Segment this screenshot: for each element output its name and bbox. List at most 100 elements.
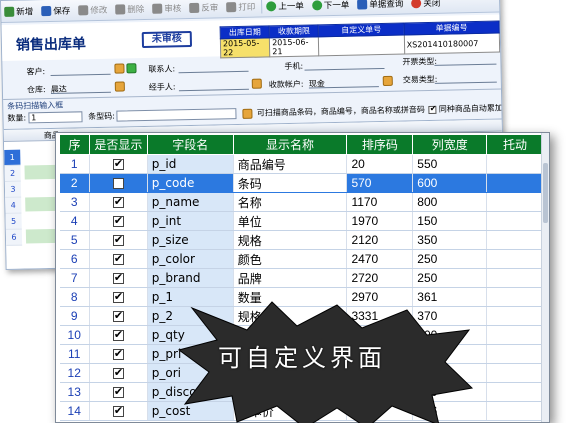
sort-code-cell[interactable]: 2720 xyxy=(346,268,414,288)
visible-checkbox[interactable] xyxy=(112,347,124,360)
drag-handle-cell[interactable] xyxy=(486,401,544,421)
drag-handle-cell[interactable] xyxy=(486,249,544,269)
display-name-cell[interactable]: 规格 xyxy=(233,230,348,250)
grid-row-number[interactable]: 2 xyxy=(4,165,21,182)
column-width-cell[interactable]: 250 xyxy=(412,268,488,288)
visible-checkbox[interactable] xyxy=(112,233,124,246)
warehouse-lookup-icon[interactable] xyxy=(114,81,125,92)
grid-row-number[interactable]: 5 xyxy=(5,213,22,230)
grid-cell[interactable] xyxy=(24,164,57,180)
table-row[interactable]: 3 p_name名称1170800 xyxy=(59,192,544,212)
toolbar-button-next[interactable]: 下一单 xyxy=(311,0,349,11)
table-row[interactable]: 7 p_brand品牌2720250 xyxy=(59,268,544,288)
handler-field[interactable] xyxy=(178,79,249,92)
account-lookup-icon[interactable] xyxy=(382,75,393,87)
visible-checkbox[interactable] xyxy=(112,214,124,227)
table-row[interactable]: 2 p_code 条码 570 600 xyxy=(59,173,544,193)
payment-due-field[interactable]: 2015-06-21 xyxy=(269,36,320,57)
sort-code-cell[interactable]: 2120 xyxy=(346,230,414,250)
drag-handle-cell[interactable] xyxy=(486,344,544,364)
qty-input[interactable]: 1 xyxy=(28,111,83,124)
customer-add-icon[interactable] xyxy=(126,63,137,74)
toolbar-button-new[interactable]: 新增 xyxy=(4,5,33,18)
toolbar-button-save[interactable]: 保存 xyxy=(41,4,70,17)
drag-handle-cell[interactable] xyxy=(486,192,544,212)
column-width-cell[interactable]: 250 xyxy=(412,249,488,269)
drag-handle-cell[interactable] xyxy=(486,173,544,193)
toolbar-button-unapprove[interactable]: 反审 xyxy=(189,1,218,14)
visible-cell xyxy=(89,382,148,402)
visible-checkbox[interactable] xyxy=(112,404,124,417)
toolbar-button-prev[interactable]: 上一单 xyxy=(266,0,304,12)
sort-code-cell[interactable]: 1170 xyxy=(346,192,414,212)
display-name-cell[interactable]: 颜色 xyxy=(233,249,348,269)
display-name-cell[interactable]: 单位 xyxy=(233,211,348,231)
sort-code-cell[interactable]: 1970 xyxy=(346,211,414,231)
sort-code-cell[interactable]: 2470 xyxy=(346,249,414,269)
account-label: 收款帐户: xyxy=(268,79,304,90)
visible-checkbox[interactable] xyxy=(112,178,124,189)
grid-cell[interactable] xyxy=(25,196,58,212)
drag-handle-cell[interactable] xyxy=(486,382,544,402)
drag-handle-cell[interactable] xyxy=(486,325,544,345)
toolbar-button-print[interactable]: 打印 xyxy=(226,0,255,13)
visible-checkbox[interactable] xyxy=(112,195,124,208)
drag-handle-cell[interactable] xyxy=(486,287,544,307)
customer-lookup-icon[interactable] xyxy=(114,63,125,74)
scrollbar-thumb[interactable] xyxy=(543,163,548,223)
grid-row-number[interactable]: 4 xyxy=(5,197,22,214)
column-width-cell[interactable]: 550 xyxy=(412,154,488,174)
column-width-cell[interactable]: 350 xyxy=(412,230,488,250)
visible-checkbox[interactable] xyxy=(112,271,124,284)
display-name-cell[interactable]: 名称 xyxy=(233,192,348,212)
visible-checkbox[interactable] xyxy=(112,290,124,303)
contact-field[interactable] xyxy=(178,61,249,74)
grid-row-number[interactable]: 3 xyxy=(4,181,22,198)
visible-checkbox[interactable] xyxy=(112,252,124,265)
column-width-cell[interactable]: 150 xyxy=(412,211,488,231)
invoice-type-field[interactable] xyxy=(434,54,497,66)
toolbar-button-close[interactable]: 关闭 xyxy=(411,0,440,9)
toolbar-button-delete[interactable]: 删除 xyxy=(115,2,144,15)
drag-handle-cell[interactable] xyxy=(486,211,544,231)
barcode-search-icon[interactable] xyxy=(242,108,253,119)
grid-row-number[interactable]: 1 xyxy=(4,149,21,166)
visible-checkbox[interactable] xyxy=(112,328,124,341)
display-name-cell[interactable]: 商品编号 xyxy=(233,154,348,174)
table-row[interactable]: 1 p_id商品编号20550 xyxy=(59,154,544,174)
grid-cell[interactable] xyxy=(25,228,59,244)
toolbar-button-edit[interactable]: 修改 xyxy=(78,3,107,16)
auto-accumulate-checkbox[interactable] xyxy=(428,105,437,114)
trade-type-field[interactable] xyxy=(434,72,497,84)
display-name-cell[interactable]: 品牌 xyxy=(233,268,348,288)
custom-number-field[interactable] xyxy=(318,35,405,56)
handler-lookup-icon[interactable] xyxy=(251,78,262,89)
account-field[interactable]: 现金 xyxy=(308,77,379,89)
toolbar-button-approve[interactable]: 审核 xyxy=(152,2,181,15)
table-row[interactable]: 6 p_color颜色2470250 xyxy=(59,249,544,269)
warehouse-field[interactable]: 晨达 xyxy=(50,82,111,94)
visible-checkbox[interactable] xyxy=(112,366,124,379)
drag-handle-cell[interactable] xyxy=(486,154,544,174)
table-row[interactable]: 4 p_int单位1970150 xyxy=(59,211,544,231)
display-name-cell[interactable]: 条码 xyxy=(233,173,348,193)
column-width-cell[interactable]: 600 xyxy=(412,173,488,193)
column-width-cell[interactable]: 800 xyxy=(412,192,488,212)
barcode-input[interactable] xyxy=(116,108,237,122)
vertical-scrollbar[interactable] xyxy=(541,133,549,422)
visible-checkbox[interactable] xyxy=(112,309,124,322)
drag-handle-cell[interactable] xyxy=(486,306,544,326)
toolbar-button-query[interactable]: 单据查询 xyxy=(357,0,403,10)
mobile-field[interactable] xyxy=(304,58,385,71)
visible-checkbox[interactable] xyxy=(112,385,124,398)
drag-handle-cell[interactable] xyxy=(486,268,544,288)
drag-handle-cell[interactable] xyxy=(486,230,544,250)
drag-handle-cell[interactable] xyxy=(486,363,544,383)
visible-checkbox[interactable] xyxy=(112,157,124,170)
outbound-date-field[interactable]: 2015-05-22 xyxy=(220,37,270,58)
customer-field[interactable] xyxy=(50,64,111,76)
table-row[interactable]: 5 p_size规格2120350 xyxy=(59,230,544,250)
grid-row-number[interactable]: 6 xyxy=(5,229,23,246)
sort-code-cell[interactable]: 20 xyxy=(346,154,414,174)
sort-code-cell[interactable]: 570 xyxy=(346,173,414,193)
